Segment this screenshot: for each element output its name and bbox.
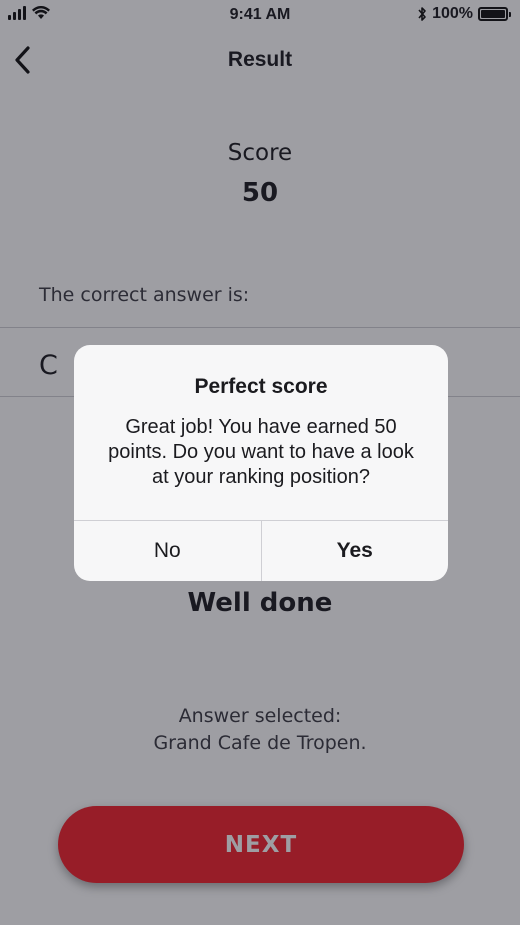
dialog-message: Great job! You have earned 50 points. Do… — [108, 416, 414, 488]
perfect-score-dialog: Perfect score Great job! You have earned… — [74, 345, 448, 581]
dialog-actions: No Yes — [74, 520, 448, 581]
dialog-title: Perfect score — [194, 375, 328, 398]
no-button[interactable]: No — [74, 521, 261, 581]
yes-button[interactable]: Yes — [260, 521, 449, 581]
